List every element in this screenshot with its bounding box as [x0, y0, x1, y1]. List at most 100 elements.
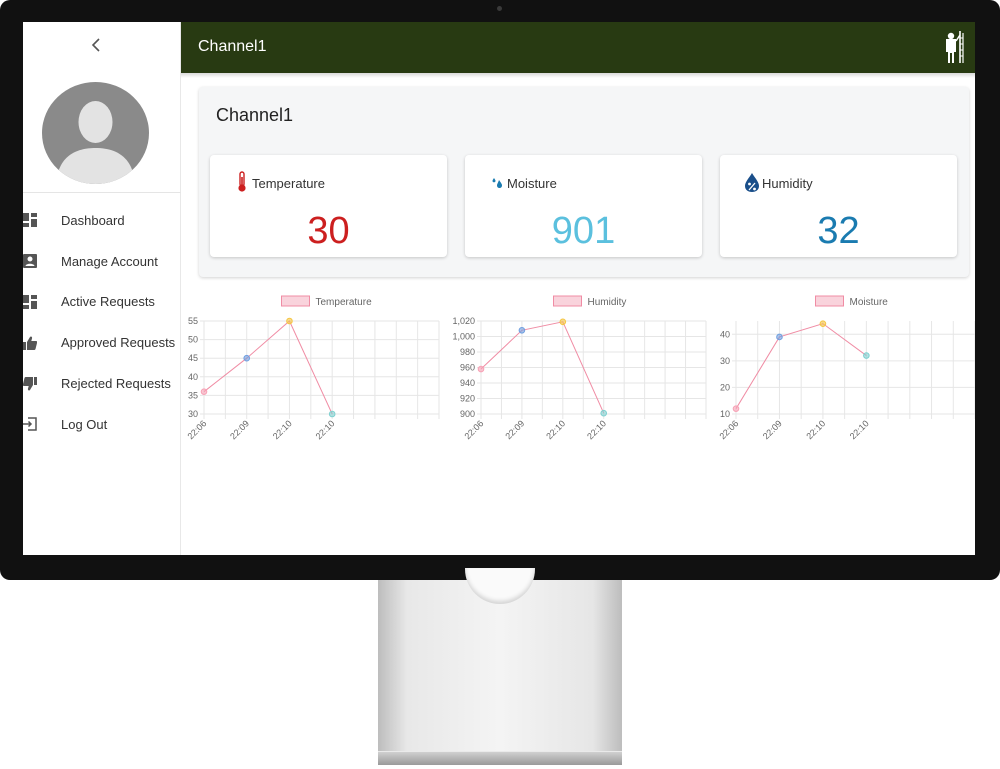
x-tick-label: 22:10	[585, 418, 608, 441]
thumbs-up-icon	[23, 336, 37, 350]
sidebar-item-rejected-requests[interactable]: Rejected Requests	[23, 363, 181, 404]
sidebar-item-label: Active Requests	[61, 294, 155, 310]
sidebar-item-log-out[interactable]: Log Out	[23, 404, 181, 445]
legend-label: Humidity	[588, 297, 627, 308]
sidebar-item-label: Approved Requests	[61, 335, 176, 351]
droplets-icon	[492, 178, 502, 188]
x-tick-label: 22:10	[544, 418, 567, 441]
sidebar-item-dashboard[interactable]: Dashboard	[23, 200, 181, 241]
x-tick-label: 22:10	[848, 418, 871, 441]
y-tick-label: 980	[460, 347, 475, 357]
sidebar-item-manage-account[interactable]: Manage Account	[23, 241, 181, 282]
monitor-frame: Dashboard Manage Account Active Requests	[0, 0, 1000, 580]
chevron-left-icon[interactable]	[88, 38, 104, 58]
legend-label: Temperature	[316, 297, 373, 308]
monitor-stand	[378, 568, 622, 765]
channel-panel: Channel1 Temperature 30 Moisture 901 Hum…	[199, 87, 969, 277]
stand-base	[378, 751, 622, 765]
avatar	[42, 82, 149, 184]
data-point	[819, 320, 827, 327]
y-tick-label: 35	[188, 390, 198, 400]
data-point	[286, 317, 293, 325]
dashboard-icon	[23, 213, 37, 228]
top-bar-shadow	[181, 73, 975, 78]
percent-drop-icon	[745, 173, 759, 192]
panel-title: Channel1	[216, 105, 294, 125]
sidebar-item-approved-requests[interactable]: Approved Requests	[23, 322, 181, 363]
data-point	[732, 405, 740, 412]
x-tick-label: 22:09	[761, 418, 784, 441]
camera-dot	[497, 6, 502, 11]
x-tick-label: 22:06	[462, 418, 485, 441]
y-tick-label: 55	[188, 316, 198, 326]
app-screen: Dashboard Manage Account Active Requests	[23, 22, 975, 555]
y-tick-label: 20	[720, 382, 730, 392]
y-tick-label: 30	[720, 356, 730, 366]
legend-label: Moisture	[850, 297, 889, 308]
account-icon	[23, 254, 37, 269]
legend-swatch	[815, 295, 844, 307]
dashboard-icon	[23, 294, 37, 309]
sidebar-item-active-requests[interactable]: Active Requests	[23, 282, 181, 323]
x-tick-label: 22:06	[717, 418, 740, 441]
data-point	[518, 327, 526, 334]
x-tick-label: 22:10	[804, 418, 827, 441]
moisture-card: Moisture 901	[465, 155, 702, 257]
data-point	[863, 352, 870, 359]
sidebar-divider	[23, 192, 181, 193]
moisture-chart: Moisture 40 30 20 10 22:06 22:09 22:10 22:10	[713, 294, 975, 459]
data-point	[200, 388, 208, 395]
data-point	[776, 333, 783, 341]
legend-swatch	[281, 295, 310, 307]
data-point	[243, 354, 251, 362]
y-tick-label: 45	[188, 353, 198, 363]
data-point	[600, 409, 608, 417]
y-tick-label: 50	[188, 335, 198, 345]
thermometer-icon	[238, 171, 246, 192]
card-label: Temperature	[252, 176, 325, 191]
data-point	[328, 410, 336, 418]
x-tick-label: 22:09	[503, 418, 526, 441]
moisture-value: 901	[551, 210, 616, 252]
temperature-value: 30	[307, 210, 350, 252]
y-tick-label: 900	[460, 409, 475, 419]
legend-swatch	[553, 295, 582, 307]
y-tick-label: 10	[720, 409, 730, 419]
y-tick-label: 920	[460, 394, 475, 404]
x-tick-label: 22:10	[271, 418, 294, 441]
temperature-card: Temperature 30	[210, 155, 447, 257]
worker-icon[interactable]	[943, 30, 965, 64]
temperature-chart-svg: Temperature 55 50 45 40 35 3022:06 22:09 22:10 22…	[185, 295, 440, 441]
y-tick-label: 940	[460, 378, 475, 388]
card-label: Humidity	[762, 176, 813, 191]
x-tick-label: 22:06	[185, 418, 208, 441]
stand-cutout	[465, 568, 535, 604]
data-point	[477, 365, 485, 373]
thumbs-down-icon	[23, 376, 37, 391]
humidity-card: Humidity 32	[720, 155, 957, 257]
x-tick-label: 22:09	[228, 418, 251, 441]
sidebar-item-label: Manage Account	[61, 253, 158, 269]
y-tick-label: 1,000	[452, 332, 475, 342]
temperature-chart: Temperature 55 50 45 40 35 30 22:06 22:09 22:10 22…	[181, 294, 441, 459]
sidebar: Dashboard Manage Account Active Requests	[23, 22, 181, 555]
y-tick-label: 40	[720, 329, 730, 339]
humidity-chart: Humidity 1,020 1,000 980 960 940 920 900 22:06 22…	[448, 294, 708, 459]
y-tick-label: 30	[188, 409, 198, 419]
page-title: Channel1	[198, 38, 267, 55]
y-tick-label: 40	[188, 372, 198, 382]
y-tick-label: 960	[460, 363, 475, 373]
logout-icon	[23, 417, 37, 432]
x-tick-label: 22:10	[314, 418, 337, 441]
sidebar-item-label: Log Out	[61, 416, 108, 432]
sidebar-item-label: Rejected Requests	[61, 376, 171, 392]
card-label: Moisture	[507, 176, 557, 191]
sidebar-item-label: Dashboard	[61, 212, 125, 228]
y-tick-label: 1,020	[452, 316, 475, 326]
top-app-bar: Channel1	[181, 22, 975, 73]
humidity-chart-svg: Humidity 1,020 1,000 980 960 940 920 90022:06 22…	[452, 295, 707, 441]
humidity-value: 32	[817, 210, 860, 252]
moisture-chart-svg: Moisture 40 30 20 1022:06 22:09 22:10 22:10	[717, 295, 975, 441]
sidebar-nav: Dashboard Manage Account Active Requests	[23, 200, 181, 445]
data-point	[559, 318, 567, 326]
